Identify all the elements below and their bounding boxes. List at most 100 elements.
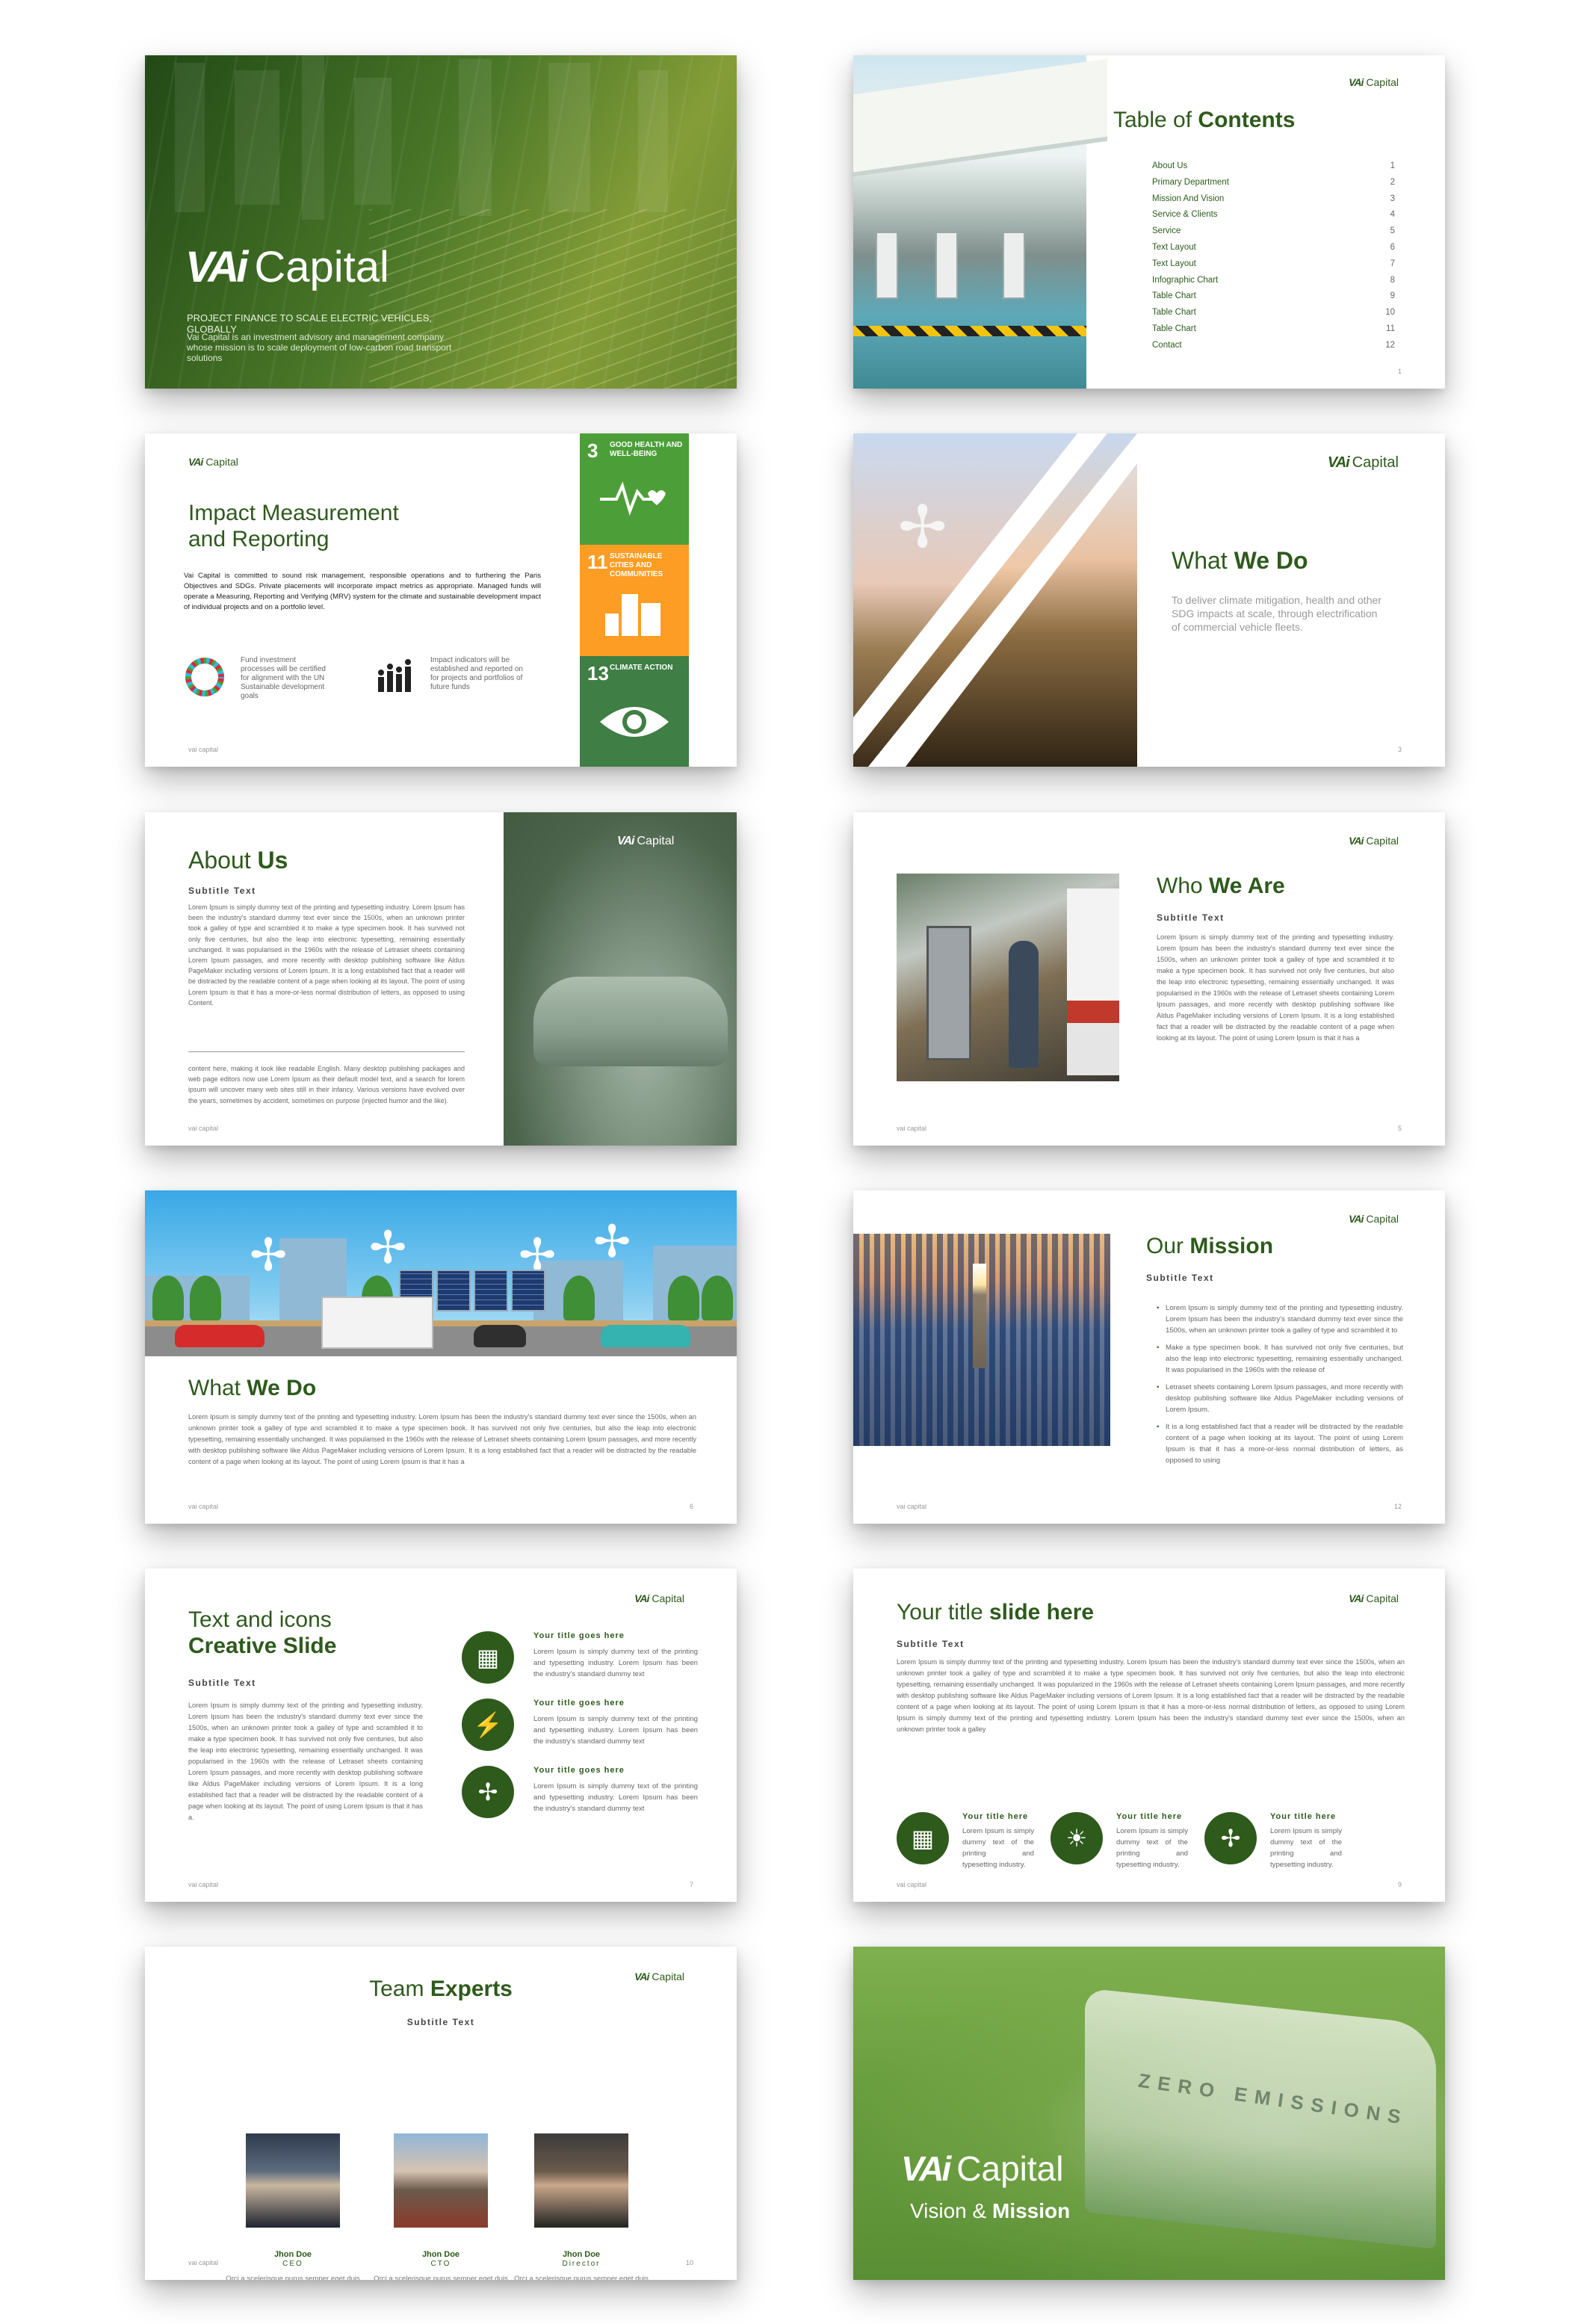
toc-item-page: 3	[1390, 194, 1395, 203]
toc-item-label: Contact	[1152, 340, 1182, 350]
toc-item-label: Table Chart	[1152, 308, 1196, 318]
creative-body: Lorem Ipsum is simply dummy text of the …	[188, 1702, 423, 1821]
toc-item-label: About Us	[1152, 161, 1188, 170]
footer-brand: vai capital	[188, 1503, 219, 1510]
toc-item[interactable]: Table Chart 10	[1152, 305, 1395, 321]
slide-impact-measurement[interactable]: VAi Capital Impact Measurement and Reporti…	[145, 433, 737, 767]
toc-item[interactable]: About Us 1	[1152, 158, 1395, 175]
member-description: Orci a scelerisque purus semper eget dui…	[226, 2275, 360, 2280]
cover-logo: VAi Capital	[185, 243, 389, 291]
member-photo	[246, 2133, 340, 2228]
impact-title: Impact Measurement and Reporting	[188, 501, 399, 551]
toc-item[interactable]: Table Chart 9	[1152, 288, 1395, 305]
slide-table-of-contents[interactable]: VAi Capital Table of Contents About Us 1 Pr…	[853, 55, 1445, 389]
member-name: Jhon Doe	[273, 2250, 312, 2259]
slide-what-we-do-wind[interactable]: ✢ ✢ VAi Capital What We Do To deliver cli…	[853, 433, 1445, 767]
solar-tower-photo	[853, 1234, 1110, 1446]
team-title: Team Experts	[369, 1977, 513, 2001]
solar-panel-icon: ▦	[897, 1812, 949, 1864]
toc-item[interactable]: Service 5	[1152, 223, 1395, 240]
toc-item-page: 8	[1390, 275, 1395, 285]
sun-leaf-icon: ☀	[1051, 1812, 1103, 1864]
creative-title: Text and icons Creative Slide	[188, 1607, 337, 1658]
member-role: CEO	[282, 2260, 303, 2268]
creative-item-title: Your title goes here	[533, 1766, 625, 1775]
toc-item-label: Mission And Vision	[1152, 194, 1225, 203]
brand-logo: VAi Capital	[188, 456, 238, 468]
toc-item-page: 10	[1385, 308, 1395, 318]
toc-item-label: Service & Clients	[1152, 210, 1218, 220]
team-member-card: Jhon Doe Director Orci a scelerisque purus…	[510, 2133, 652, 2280]
toc-item[interactable]: Mission And Vision 3	[1152, 191, 1395, 208]
slide-cover[interactable]: VAi Capital PROJECT FINANCE TO SCALE ELEC…	[145, 55, 737, 389]
toc-item[interactable]: Text Layout 6	[1152, 240, 1395, 256]
about-title: About Us	[188, 847, 288, 874]
team-member-card: Jhon Doe CTO Orci a scelerisque purus semp…	[370, 2133, 512, 2280]
footer-brand: vai capital	[897, 1503, 927, 1510]
city-icon	[580, 588, 689, 649]
slide-your-title[interactable]: VAi Capital Your title slide here Subtitl…	[853, 1569, 1445, 1902]
member-description: Orci a scelerisque purus semper eget dui…	[374, 2275, 508, 2280]
mission-bullet: Letraset sheets containing Lorem Ipsum p…	[1157, 1382, 1403, 1415]
toc-item[interactable]: Text Layout 7	[1152, 256, 1395, 273]
brand-logo: VAi Capital	[1349, 1213, 1399, 1225]
toc-item-label: Text Layout	[1152, 242, 1196, 252]
page-number: 7	[689, 1881, 693, 1888]
slide-team-experts[interactable]: VAi Capital Team Experts Subtitle Text Jh…	[145, 1947, 737, 2280]
toc-item[interactable]: Table Chart 11	[1152, 321, 1395, 338]
your-title-body: Lorem Ipsum is simply dummy text of the …	[897, 1658, 1405, 1733]
your-title-item-text: Lorem Ipsum is simply dummy text of the …	[962, 1827, 1034, 1869]
page-number: 5	[1397, 1125, 1402, 1132]
sdg-11-tile: 11 SUSTAINABLE CITIES AND COMMUNITIES	[580, 545, 689, 656]
people-chart-icon	[374, 656, 415, 698]
toc-title: Table of Contents	[1113, 108, 1296, 132]
vision-mission-title: Vision & Mission	[910, 2199, 1071, 2222]
member-photo	[534, 2133, 628, 2228]
brand-logo: VAi Capital	[1327, 454, 1399, 471]
heartbeat-icon	[580, 477, 689, 529]
slide-about-us[interactable]: About Us Subtitle Text Lorem Ipsum is si…	[145, 812, 737, 1146]
footer-brand: vai capital	[188, 746, 219, 753]
brand-logo: VAi Capital	[1349, 1592, 1399, 1604]
about-body: Lorem Ipsum is simply dummy text of the …	[188, 903, 465, 1007]
creative-item-text: Lorem Ipsum is simply dummy text of the …	[533, 1648, 698, 1678]
cover-logo: VAi Capital	[901, 2149, 1064, 2188]
brand-logo: VAi Capital	[1349, 835, 1399, 847]
toc-item-page: 6	[1390, 242, 1395, 252]
ev-plug-icon: ⚡	[462, 1699, 514, 1751]
toc-item-page: 12	[1385, 340, 1395, 350]
slide-vision-mission-cover[interactable]: ZERO EMISSIONS VAi Capital Vision & Missi…	[853, 1947, 1445, 2280]
mission-bullet: It is a long established fact that a rea…	[1157, 1421, 1403, 1466]
who-title: Who We Are	[1157, 874, 1285, 898]
page-number: 9	[1397, 1881, 1402, 1888]
creative-item-title: Your title goes here	[533, 1699, 625, 1708]
toc-item-page: 11	[1386, 324, 1395, 333]
slide-who-we-are[interactable]: VAi Capital Who We Are Subtitle Text Lore…	[853, 812, 1445, 1146]
toc-item-label: Table Chart	[1152, 291, 1196, 301]
who-body: Lorem Ipsum is simply dummy text of the …	[1157, 933, 1394, 1042]
sdg-3-tile: 3 GOOD HEALTH AND WELL-BEING	[580, 433, 689, 545]
sdg-13-tile: 13 CLIMATE ACTION	[580, 656, 689, 767]
slide-creative[interactable]: VAi Capital Text and icons Creative Slide …	[145, 1569, 737, 1902]
toc-item[interactable]: Contact 12	[1152, 338, 1395, 354]
brand-logo: VAi Capital	[634, 1592, 684, 1604]
toc-item-page: 4	[1390, 210, 1395, 220]
toc-item[interactable]: Service & Clients 4	[1152, 207, 1395, 223]
cover-description: Vai Capital is an investment advisory an…	[187, 332, 452, 363]
toc-item-label: Infographic Chart	[1152, 275, 1219, 285]
what-we-do-body: To deliver climate mitigation, health an…	[1172, 594, 1381, 633]
slide-what-we-do-illustration[interactable]: ✢ ✢ ✢ ✢ What We Do Lorem Ipsum is simply…	[145, 1190, 737, 1524]
what-we-do-title: What We Do	[188, 1376, 317, 1400]
what-we-do-body: Lorem Ipsum is simply dummy text of the …	[188, 1413, 696, 1465]
footer-brand: vai capital	[188, 1125, 219, 1132]
your-title-item-title: Your title here	[1270, 1812, 1337, 1821]
page-number: 12	[1393, 1503, 1402, 1510]
brand-logo: VAi Capital	[617, 835, 675, 847]
solar-panel-icon: ▦	[462, 1631, 514, 1684]
slide-our-mission[interactable]: VAiCapital Our Mission Subtitle Text Lor…	[853, 1190, 1445, 1524]
page-number: 6	[689, 1503, 693, 1510]
toc-item[interactable]: Primary Department 2	[1152, 175, 1395, 191]
toc-list: About Us 1 Primary Department 2 Mission And …	[1152, 158, 1395, 354]
toc-item[interactable]: Infographic Chart 8	[1152, 273, 1395, 289]
member-name: Jhon Doe	[562, 2250, 601, 2259]
